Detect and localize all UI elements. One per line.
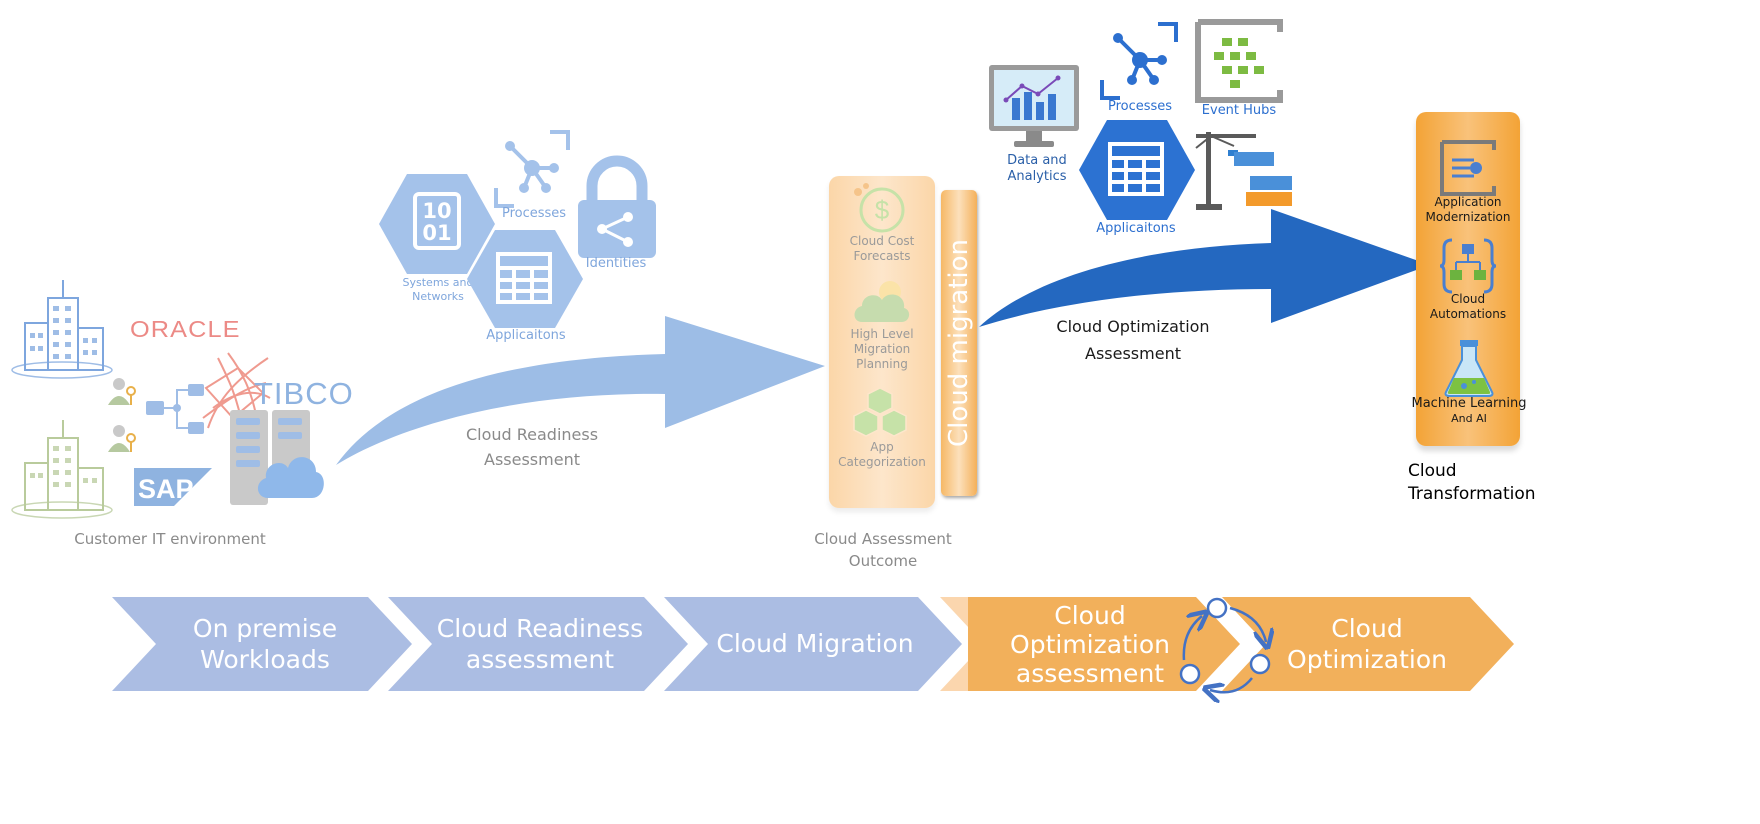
chevron-label-cloud-migration: Cloud Migration bbox=[705, 597, 925, 691]
chev4-line2: Optimization bbox=[1287, 645, 1447, 674]
chev4-line1: Cloud bbox=[1331, 613, 1403, 643]
chev1-line2: assessment bbox=[465, 645, 615, 674]
chev0-line1: On premise bbox=[192, 613, 338, 643]
chev3-line3: assessment bbox=[1015, 658, 1165, 688]
chev2-line1: Cloud Migration bbox=[716, 629, 914, 659]
continuous-cycle-icon bbox=[1179, 597, 1280, 704]
chev1-line1: Cloud Readiness bbox=[436, 613, 644, 643]
chev0-line2: Workloads bbox=[200, 645, 330, 674]
chevron-label-on-premise: On premise Workloads bbox=[160, 597, 370, 691]
chevron-label-cloud-readiness: Cloud Readiness assessment bbox=[430, 597, 650, 691]
process-chevrons bbox=[112, 597, 1514, 691]
chevron-label-cloud-optimization: Cloud Optimization bbox=[1262, 597, 1472, 691]
chevron-label-optimization-assessment: Cloud Optimization assessment bbox=[990, 597, 1190, 691]
chev3-line1: Cloud bbox=[1054, 600, 1126, 630]
chev3-line2: Optimization bbox=[1010, 629, 1170, 659]
